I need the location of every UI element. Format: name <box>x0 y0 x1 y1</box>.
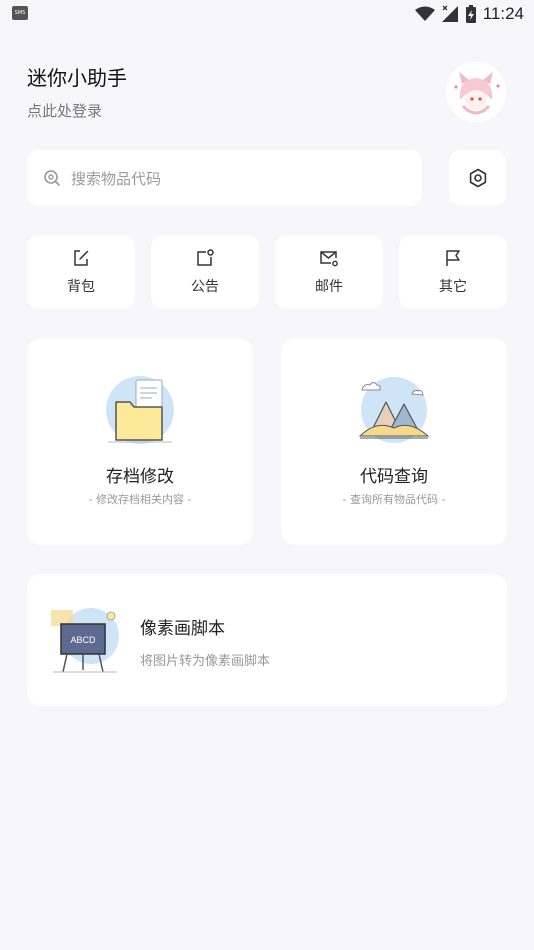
edit-square-icon <box>74 250 89 266</box>
app-title: 迷你小助手 <box>27 66 127 90</box>
settings-button[interactable] <box>449 150 506 206</box>
battery-charging-icon <box>465 5 476 23</box>
mail-label: 邮件 <box>315 279 343 295</box>
code-query-card[interactable]: 代码查询 - 查询所有物品代码 - <box>281 338 507 545</box>
mountain-illustration <box>358 377 430 443</box>
save-edit-card[interactable]: 存档修改 - 修改存档相关内容 - <box>27 338 253 545</box>
settings-icon <box>469 168 486 188</box>
code-query-subtitle: - 查询所有物品代码 - <box>342 493 446 506</box>
sms-icon: SMS <box>12 6 28 20</box>
status-icons: 11:24 <box>414 3 524 25</box>
avatar[interactable] <box>446 62 506 122</box>
search-placeholder: 搜索物品代码 <box>71 169 162 188</box>
backpack-button[interactable]: 背包 <box>27 235 135 309</box>
folder-illustration <box>106 376 174 444</box>
pixel-script-subtitle: 将图片转为像素画脚本 <box>140 654 271 669</box>
search-icon <box>44 170 60 186</box>
code-query-title: 代码查询 <box>360 467 428 487</box>
flag-icon <box>446 250 460 266</box>
pixel-script-card[interactable]: ABCD 像素画脚本 将图片转为像素画脚本 <box>27 574 507 706</box>
wifi-icon <box>414 6 435 21</box>
other-label: 其它 <box>439 279 467 295</box>
clock: 11:24 <box>482 4 524 23</box>
backpack-label: 背包 <box>67 279 95 295</box>
status-bar: SMS 11:24 <box>0 0 534 28</box>
mail-button[interactable]: 邮件 <box>275 235 383 309</box>
announcement-button[interactable]: 公告 <box>151 235 259 309</box>
save-edit-subtitle: - 修改存档相关内容 - <box>88 493 192 506</box>
other-button[interactable]: 其它 <box>399 235 507 309</box>
easel-board-text: ABCD <box>70 635 96 645</box>
login-link[interactable]: 点此处登录 <box>27 100 102 121</box>
mail-settings-icon <box>320 251 338 267</box>
easel-illustration: ABCD <box>51 608 119 673</box>
search-input[interactable]: 搜索物品代码 <box>27 150 422 206</box>
notification-square-icon <box>197 249 214 266</box>
pixel-script-title: 像素画脚本 <box>140 619 225 639</box>
save-edit-title: 存档修改 <box>106 467 174 487</box>
signal-icon <box>441 5 458 22</box>
announcement-label: 公告 <box>191 279 219 295</box>
